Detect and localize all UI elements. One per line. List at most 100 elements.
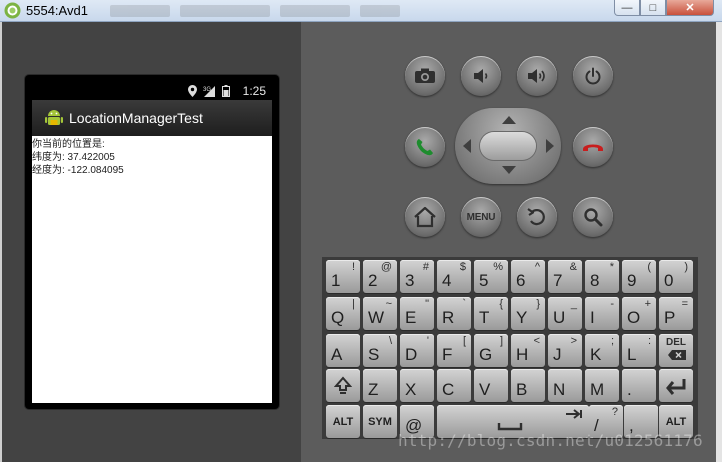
shift-key[interactable]	[326, 369, 360, 402]
key-main-label: R	[442, 308, 455, 327]
key-f[interactable]: F[	[437, 334, 471, 367]
dpad-center-button[interactable]	[480, 132, 536, 160]
key-alt-label: "	[425, 298, 429, 310]
key-q[interactable]: Q |	[326, 297, 360, 330]
window-border-right	[716, 22, 722, 462]
key-alt-label: (	[647, 261, 651, 273]
sym-key[interactable]: SYM	[363, 405, 397, 438]
key-v[interactable]: V	[474, 369, 508, 402]
menu-label: MENU	[466, 211, 496, 223]
key-main-label: S	[368, 345, 380, 364]
key-alt-label: >	[570, 335, 577, 347]
key-alt-label: }	[536, 298, 540, 310]
power-button[interactable]	[573, 56, 613, 96]
home-button[interactable]	[405, 197, 445, 237]
key-main-label: K	[590, 345, 602, 364]
key-e[interactable]: E "	[400, 297, 434, 330]
volume-down-icon	[474, 69, 488, 83]
key-s[interactable]: S \	[363, 334, 397, 367]
key-alt-label: \	[388, 335, 392, 347]
window-titlebar: 5554:Avd1 — □ ✕	[0, 0, 722, 22]
key-8[interactable]: 8 *	[585, 260, 619, 293]
key-n[interactable]: N	[548, 369, 582, 402]
key-3[interactable]: 3 #	[400, 260, 434, 293]
call-button[interactable]	[405, 127, 445, 167]
key-alt-label: {	[499, 298, 503, 310]
key-y[interactable]: Y}	[511, 297, 545, 330]
end-call-button[interactable]	[573, 127, 613, 167]
key-main-label: 5	[479, 271, 489, 290]
key-l[interactable]: L:	[622, 334, 656, 367]
back-button[interactable]	[517, 197, 557, 237]
key-period[interactable]: .	[622, 369, 656, 402]
key-alt-label: <	[533, 335, 540, 347]
maximize-button[interactable]: □	[640, 0, 666, 16]
key-t[interactable]: T{	[474, 297, 508, 330]
longitude-text: 经度为: -122.084095	[32, 165, 124, 176]
key-main-label: H	[516, 345, 529, 364]
key-alt-label: *	[609, 261, 614, 273]
key-alt-label: _	[570, 298, 577, 310]
key-1[interactable]: 1!	[326, 260, 360, 293]
key-4[interactable]: 4 $	[437, 260, 471, 293]
window-title: 5554:Avd1	[26, 3, 88, 18]
watermark: http://blog.csdn.net/u012561176	[398, 431, 703, 450]
key-z[interactable]: Z	[363, 369, 397, 402]
dpad-up-icon[interactable]	[502, 116, 516, 124]
volume-up-icon	[528, 69, 545, 83]
search-button[interactable]	[573, 197, 613, 237]
home-icon	[414, 206, 436, 228]
key-main-label: J	[553, 345, 562, 364]
call-icon	[416, 139, 433, 156]
key-main-label: L	[627, 345, 637, 364]
key-9[interactable]: 9(	[622, 260, 656, 293]
key-u[interactable]: U _	[548, 297, 582, 330]
delete-key[interactable]: DEL	[659, 334, 693, 367]
dpad-right-icon[interactable]	[546, 139, 554, 153]
close-button[interactable]: ✕	[666, 0, 714, 16]
key-r[interactable]: R `	[437, 297, 471, 330]
menu-button[interactable]: MENU	[461, 197, 501, 237]
key-alt-label: ~	[385, 298, 392, 310]
app-title: LocationManagerTest	[69, 110, 203, 126]
key-w[interactable]: W ~	[363, 297, 397, 330]
key-d[interactable]: D '	[400, 334, 434, 367]
key-b[interactable]: B	[511, 369, 545, 402]
key-x[interactable]: X	[400, 369, 434, 402]
key-o[interactable]: O +	[622, 297, 656, 330]
key-j[interactable]: J >	[548, 334, 582, 367]
key-alt-label: -	[610, 298, 614, 310]
key-0[interactable]: 0)	[659, 260, 693, 293]
enter-key[interactable]	[659, 369, 693, 402]
key-main-label: W	[368, 308, 385, 327]
camera-button[interactable]	[405, 56, 445, 96]
volume-down-button[interactable]	[461, 56, 501, 96]
key-2[interactable]: 2 @	[363, 260, 397, 293]
key-a[interactable]: A	[326, 334, 360, 367]
key-c[interactable]: C	[437, 369, 471, 402]
key-m[interactable]: M	[585, 369, 619, 402]
dpad-down-icon[interactable]	[502, 166, 516, 174]
key-alt-label: )	[684, 261, 688, 273]
key-alt-label: +	[644, 298, 651, 310]
volume-up-button[interactable]	[517, 56, 557, 96]
key-p[interactable]: P =	[659, 297, 693, 330]
key-alt-label: '	[426, 335, 429, 347]
end-call-icon	[583, 144, 603, 151]
key-g[interactable]: G]	[474, 334, 508, 367]
key-main-label: T	[479, 308, 490, 327]
key-5[interactable]: 5%	[474, 260, 508, 293]
power-icon	[585, 67, 601, 85]
key-main-label: 2	[368, 271, 378, 290]
key-6[interactable]: 6 ^	[511, 260, 545, 293]
key-h[interactable]: H <	[511, 334, 545, 367]
key-main-label: F	[442, 345, 453, 364]
key-main-label: G	[479, 345, 493, 364]
key-7[interactable]: 7 &	[548, 260, 582, 293]
dpad-left-icon[interactable]	[463, 139, 471, 153]
key-main-label: V	[479, 380, 491, 399]
minimize-button[interactable]: —	[614, 0, 640, 16]
alt-key-left[interactable]: ALT	[326, 405, 360, 438]
key-i[interactable]: I-	[585, 297, 619, 330]
key-k[interactable]: K;	[585, 334, 619, 367]
